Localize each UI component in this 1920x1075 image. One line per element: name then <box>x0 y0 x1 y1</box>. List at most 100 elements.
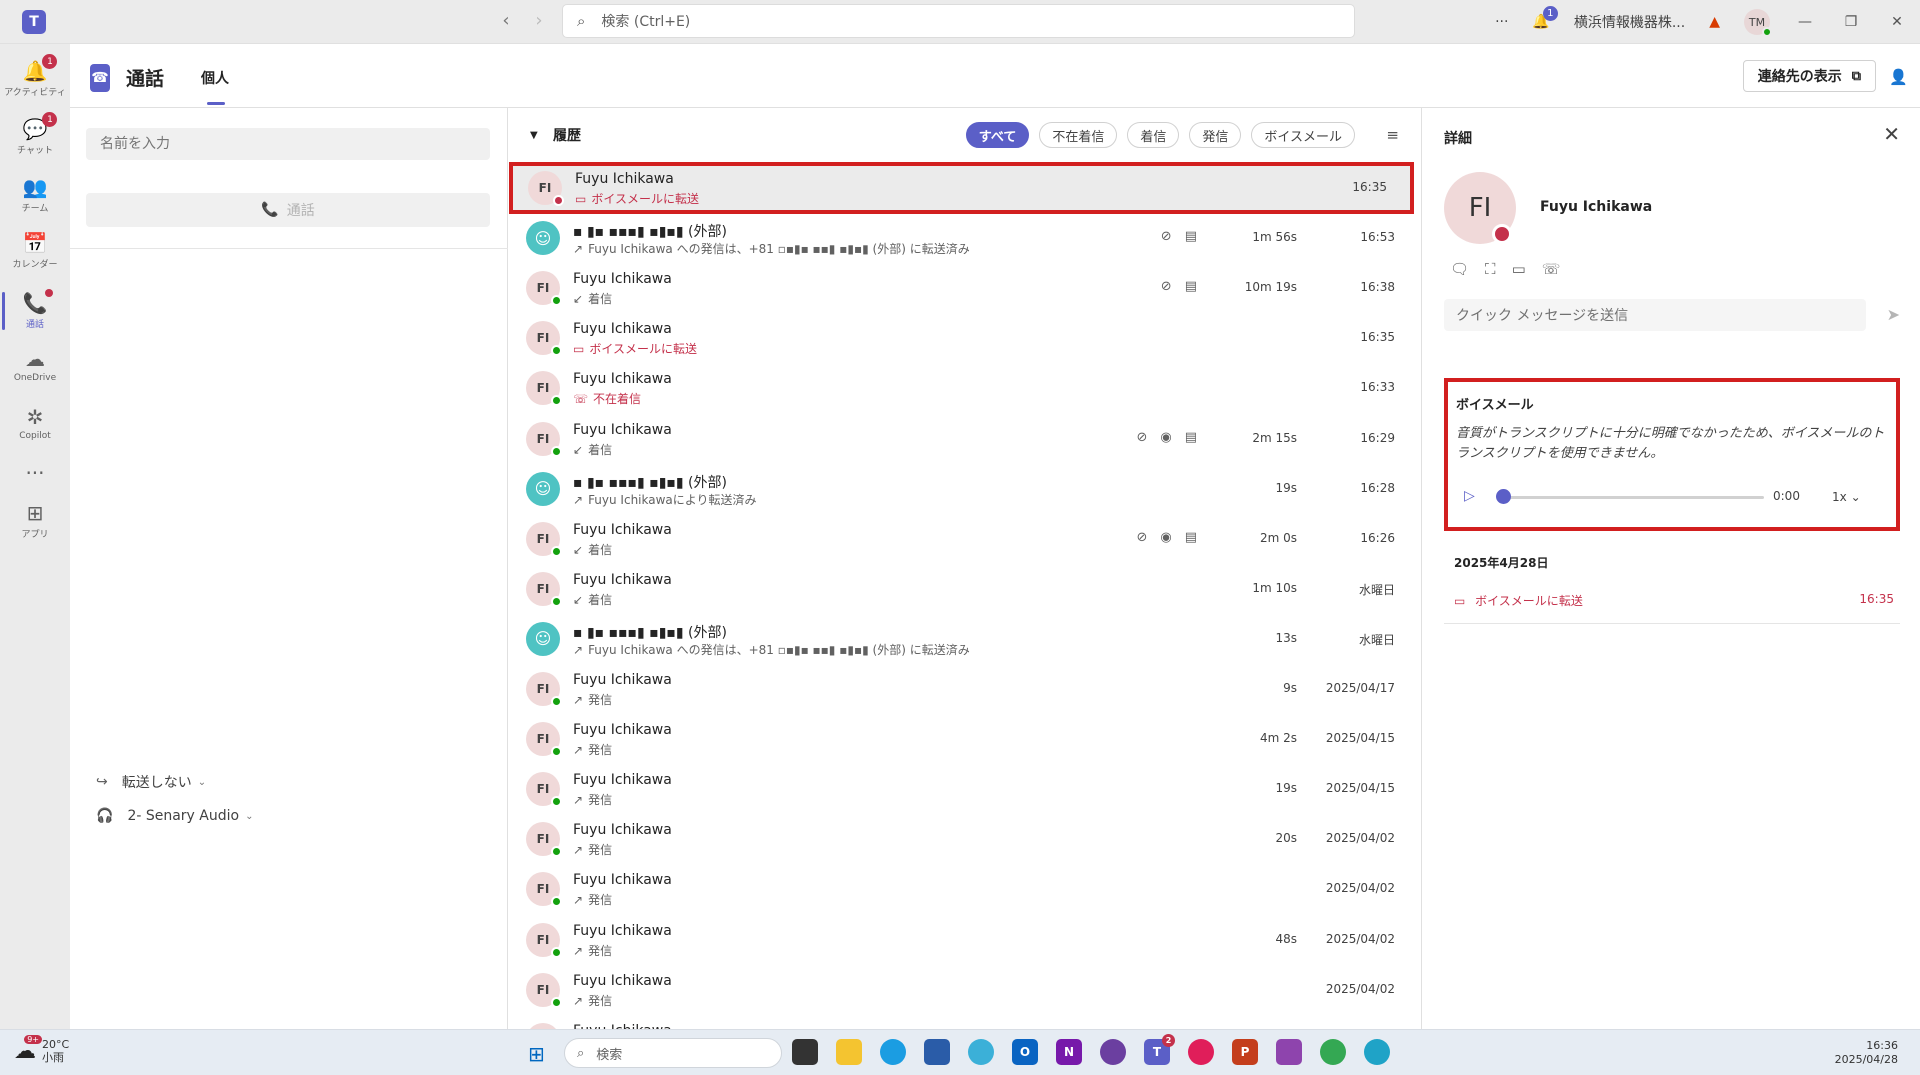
forward-arrow-icon[interactable]: › <box>527 10 551 31</box>
call-artifacts: ⊘ ◉ ▤ <box>1123 530 1197 545</box>
rail-item-onedrive[interactable]: ☁ OneDrive <box>0 336 70 394</box>
filter-chip[interactable]: ボイスメール <box>1251 122 1355 148</box>
send-icon[interactable]: ➤ <box>1887 305 1900 324</box>
recording-icon[interactable]: ◉ <box>1160 530 1171 545</box>
call-button[interactable]: 📞 通話 <box>86 193 490 227</box>
m365-icon[interactable] <box>1100 1039 1126 1065</box>
people-icon[interactable]: 👤 <box>1889 68 1908 86</box>
table-row[interactable]: FI Fuyu Ichikawa ↙ 着信 ⊘ ▤ 10m 19s 16:38 <box>508 263 1421 313</box>
table-row[interactable]: ☺ ▪ ▮▪ ▪▪▪▮ ▪▮▪▮ (外部) ↗ Fuyu Ichikawa への発信は… <box>508 213 1421 263</box>
quick-message-input[interactable]: クイック メッセージを送信 <box>1444 299 1866 331</box>
table-row[interactable]: FI Fuyu Ichikawa ↗ 発信 19s 2025/04/15 <box>508 764 1421 814</box>
table-row[interactable]: FI Fuyu Ichikawa ▭ ボイスメールに転送 16:35 <box>509 162 1414 214</box>
rail-item-teams[interactable]: 👥 チーム <box>0 166 70 224</box>
table-row[interactable]: FI Fuyu Ichikawa ↗ 発信 20s 2025/04/02 <box>508 814 1421 864</box>
profile-button[interactable]: TM <box>1744 9 1772 37</box>
filter-icon[interactable]: ≡ <box>1386 126 1399 144</box>
app-icon[interactable] <box>968 1039 994 1065</box>
collapse-caret-icon[interactable]: ▼ <box>530 130 538 141</box>
audio-device-selector[interactable]: 🎧 2- Senary Audio ⌄ <box>96 808 253 824</box>
table-row[interactable]: FI Fuyu Ichikawa ↗ 発信 2025/04/02 <box>508 864 1421 914</box>
playback-slider-handle[interactable] <box>1496 489 1511 504</box>
phone-icon[interactable]: ☏ <box>1542 260 1561 278</box>
call-status-text: 発信 <box>588 893 613 908</box>
play-icon[interactable]: ▷ <box>1464 488 1475 504</box>
rail-item-calendar[interactable]: 📅 カレンダー <box>0 222 70 280</box>
rail-item-chat[interactable]: 💬 1 チャット <box>0 108 70 166</box>
playback-track[interactable] <box>1500 496 1764 499</box>
store-icon[interactable] <box>924 1039 950 1065</box>
warning-icon[interactable]: ▲ <box>1709 14 1720 30</box>
powerpoint-icon[interactable]: P <box>1232 1039 1258 1065</box>
playback-speed-selector[interactable]: 1x ⌄ <box>1832 490 1861 504</box>
task-view-icon[interactable] <box>792 1039 818 1065</box>
forwarding-selector[interactable]: ↪ 転送しない ⌄ <box>96 772 206 792</box>
clock-time: 16:36 <box>1866 1039 1898 1052</box>
caller-name: Fuyu Ichikawa <box>575 171 674 187</box>
transcript-icon[interactable]: ▤ <box>1185 430 1197 445</box>
weather-widget[interactable]: ☁ 9+ 20°C 小雨 <box>14 1034 69 1064</box>
snipping-tool-icon[interactable] <box>1276 1039 1302 1065</box>
system-clock[interactable]: 16:36 2025/04/28 <box>1835 1039 1898 1067</box>
table-row[interactable]: FI Fuyu Ichikawa ▭ ボイスメールに転送 16:35 <box>508 313 1421 363</box>
close-window-button[interactable]: ✕ <box>1874 14 1920 30</box>
more-options-button[interactable]: ··· <box>1495 14 1508 30</box>
close-icon[interactable]: ✕ <box>1883 122 1900 146</box>
table-row[interactable]: FI Fuyu Ichikawa ↙ 着信 1m 10s 水曜日 <box>508 564 1421 614</box>
table-row[interactable]: FI Fuyu Ichikawa ↗ 発信 2025/04/02 <box>508 965 1421 1015</box>
recording-icon[interactable]: ◉ <box>1160 430 1171 445</box>
outlook-icon[interactable]: O <box>1012 1039 1038 1065</box>
filter-chip[interactable]: 不在着信 <box>1039 122 1118 148</box>
filter-chip[interactable]: 着信 <box>1127 122 1180 148</box>
call-status-text: ボイスメールに転送 <box>589 342 697 357</box>
chat-icon[interactable]: 🗨 <box>1450 260 1469 278</box>
table-row[interactable]: FI Fuyu Ichikawa ☏ 不在着信 16:33 <box>508 363 1421 413</box>
edge-icon[interactable] <box>880 1039 906 1065</box>
transcript-icon[interactable]: ▤ <box>1185 279 1197 294</box>
copilot-icon[interactable]: ⊘ <box>1136 430 1147 445</box>
notifications-button[interactable]: 🔔 1 <box>1532 6 1558 30</box>
table-row[interactable]: FI Fuyu Ichikawa ↙ 着信 ⊘ ◉ ▤ 2m 15s 16:29 <box>508 414 1421 464</box>
table-row[interactable]: FI Fuyu Ichikawa ↗ 発信 9s 2025/04/17 <box>508 664 1421 714</box>
search-input[interactable]: ⌕ 検索 (Ctrl+E) <box>562 4 1355 38</box>
copilot-icon[interactable]: ⊘ <box>1161 229 1172 244</box>
transcript-icon[interactable]: ▤ <box>1185 530 1197 545</box>
org-chart-icon[interactable]: ⛶ <box>1485 260 1496 278</box>
minimize-button[interactable]: — <box>1782 14 1828 30</box>
taskbar-search[interactable]: ⌕ 検索 <box>564 1038 782 1068</box>
name-input[interactable] <box>86 128 490 160</box>
back-arrow-icon[interactable]: ‹ <box>494 10 518 31</box>
video-call-icon[interactable]: ▭ <box>1512 260 1526 278</box>
globe-icon[interactable] <box>1364 1039 1390 1065</box>
rail-item-phone[interactable]: 📞 通話 <box>0 282 70 340</box>
table-row[interactable]: ☺ ▪ ▮▪ ▪▪▪▮ ▪▮▪▮ (外部) ↗ Fuyu Ichikawa への発信は… <box>508 614 1421 664</box>
onenote-icon[interactable]: N <box>1056 1039 1082 1065</box>
table-row[interactable]: FIFuyu Ichikawa <box>508 1015 1421 1029</box>
windows-start-icon[interactable]: ⊞ <box>528 1042 545 1066</box>
copilot-icon[interactable]: ⊘ <box>1136 530 1147 545</box>
view-contacts-button[interactable]: 連絡先の表示 ⧉ <box>1742 60 1876 92</box>
history-title: 履歴 <box>553 128 581 144</box>
tab-personal[interactable]: 個人 <box>201 68 229 88</box>
rail-item-apps[interactable]: ⊞ アプリ <box>0 492 70 550</box>
table-row[interactable]: ☺ ▪ ▮▪ ▪▪▪▮ ▪▮▪▮ (外部) ↗ Fuyu Ichikawaにより転送済… <box>508 464 1421 514</box>
table-row[interactable]: FI Fuyu Ichikawa ↗ 発信 4m 2s 2025/04/15 <box>508 714 1421 764</box>
avatar: ☺ <box>526 471 560 506</box>
table-row[interactable]: FI Fuyu Ichikawa ↗ 発信 48s 2025/04/02 <box>508 915 1421 965</box>
chrome-icon[interactable] <box>1320 1039 1346 1065</box>
slack-icon[interactable] <box>1188 1039 1214 1065</box>
org-name[interactable]: 横浜情報機器株... <box>1574 12 1685 32</box>
teams-icon[interactable]: T2 <box>1144 1034 1175 1065</box>
restore-button[interactable]: ❐ <box>1828 14 1874 30</box>
app-rail: 🔔 1 アクティビティ 💬 1 チャット 👥 チーム 📅 カレンダー 📞 通話 ☁ OneDrive ✲ Co… <box>0 44 70 1029</box>
transcript-icon[interactable]: ▤ <box>1185 229 1197 244</box>
table-row[interactable]: FI Fuyu Ichikawa ↙ 着信 ⊘ ◉ ▤ 2m 0s 16:26 <box>508 514 1421 564</box>
filter-chip[interactable]: すべて <box>965 122 1030 148</box>
copilot-icon[interactable]: ⊘ <box>1161 279 1172 294</box>
call-status-text: 着信 <box>588 292 613 307</box>
file-explorer-icon[interactable] <box>836 1039 862 1065</box>
filter-chip[interactable]: 発信 <box>1189 122 1242 148</box>
rail-item-bell[interactable]: 🔔 1 アクティビティ <box>0 50 70 108</box>
avatar-initials: FI <box>538 181 552 195</box>
call-artifacts: ⊘ ▤ <box>1148 229 1197 244</box>
